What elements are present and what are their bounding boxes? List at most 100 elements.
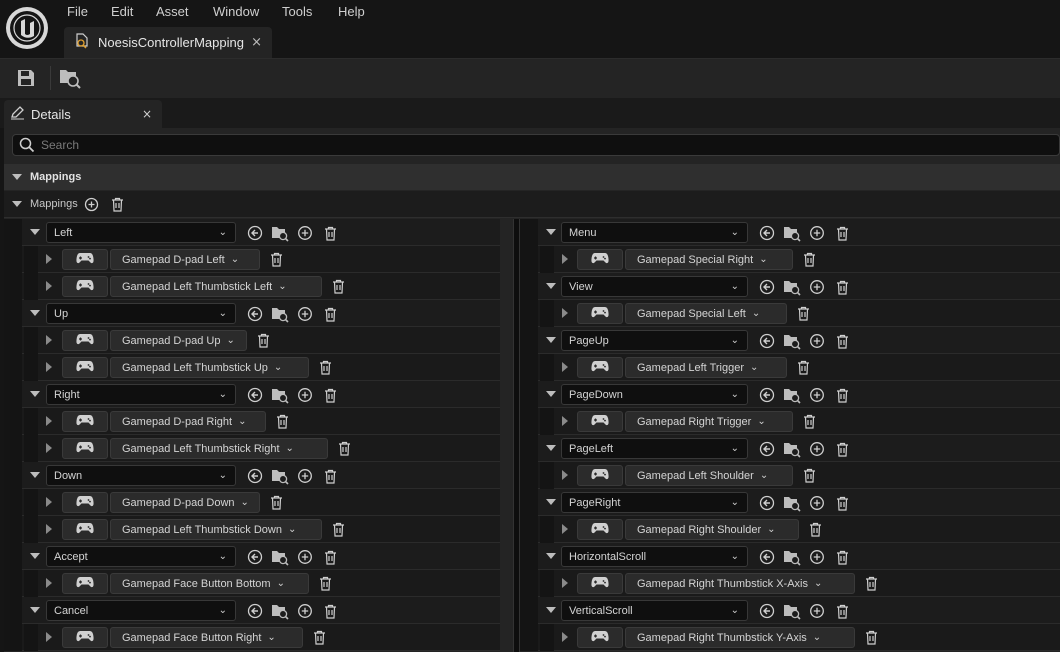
key-select[interactable]: Gamepad D-pad Right ⌄ bbox=[110, 411, 266, 432]
key-select[interactable]: Gamepad Left Thumbstick Left ⌄ bbox=[110, 276, 322, 297]
reset-to-default-icon[interactable] bbox=[246, 224, 264, 242]
action-select[interactable]: PageDown ⌄ bbox=[561, 384, 748, 405]
action-select[interactable]: PageUp ⌄ bbox=[561, 330, 748, 351]
menu-edit[interactable]: Edit bbox=[111, 4, 133, 20]
expand-arrow-icon[interactable] bbox=[46, 416, 52, 426]
gamepad-key-picker-button[interactable] bbox=[62, 249, 108, 270]
delete-icon[interactable] bbox=[795, 359, 811, 375]
delete-icon[interactable] bbox=[801, 413, 817, 429]
add-element-icon[interactable] bbox=[296, 602, 314, 620]
add-element-icon[interactable] bbox=[808, 440, 826, 458]
add-element-icon[interactable] bbox=[808, 332, 826, 350]
menu-help[interactable]: Help bbox=[338, 4, 365, 20]
browse-asset-icon[interactable] bbox=[271, 305, 289, 323]
delete-icon[interactable] bbox=[833, 386, 851, 404]
menu-file[interactable]: File bbox=[67, 4, 88, 20]
search-input[interactable] bbox=[41, 138, 941, 152]
expand-arrow-icon[interactable] bbox=[562, 362, 568, 372]
save-button[interactable] bbox=[11, 64, 41, 92]
add-element-icon[interactable] bbox=[296, 305, 314, 323]
key-select[interactable]: Gamepad Special Right ⌄ bbox=[625, 249, 793, 270]
gamepad-key-picker-button[interactable] bbox=[577, 303, 623, 324]
gamepad-key-picker-button[interactable] bbox=[577, 357, 623, 378]
browse-asset-icon[interactable] bbox=[271, 224, 289, 242]
add-element-icon[interactable] bbox=[84, 196, 100, 212]
gamepad-key-picker-button[interactable] bbox=[577, 411, 623, 432]
delete-icon[interactable] bbox=[863, 629, 879, 645]
action-select[interactable]: Left ⌄ bbox=[46, 222, 236, 243]
collapse-arrow-icon[interactable] bbox=[546, 283, 556, 289]
expand-arrow-icon[interactable] bbox=[46, 362, 52, 372]
collapse-arrow-icon[interactable] bbox=[30, 310, 40, 316]
expand-arrow-icon[interactable] bbox=[562, 416, 568, 426]
browse-asset-icon[interactable] bbox=[783, 278, 801, 296]
delete-icon[interactable] bbox=[801, 467, 817, 483]
tab-details[interactable]: Details × bbox=[4, 100, 162, 128]
gamepad-key-picker-button[interactable] bbox=[62, 438, 108, 459]
collapse-arrow-icon[interactable] bbox=[12, 201, 22, 207]
browse-asset-icon[interactable] bbox=[783, 440, 801, 458]
add-element-icon[interactable] bbox=[808, 548, 826, 566]
gamepad-key-picker-button[interactable] bbox=[577, 627, 623, 648]
add-element-icon[interactable] bbox=[808, 278, 826, 296]
browse-asset-icon[interactable] bbox=[783, 494, 801, 512]
reset-to-default-icon[interactable] bbox=[758, 602, 776, 620]
reset-to-default-icon[interactable] bbox=[246, 548, 264, 566]
gamepad-key-picker-button[interactable] bbox=[62, 627, 108, 648]
delete-icon[interactable] bbox=[321, 386, 339, 404]
reset-to-default-icon[interactable] bbox=[758, 494, 776, 512]
collapse-arrow-icon[interactable] bbox=[546, 607, 556, 613]
collapse-arrow-icon[interactable] bbox=[30, 229, 40, 235]
collapse-arrow-icon[interactable] bbox=[546, 337, 556, 343]
reset-to-default-icon[interactable] bbox=[758, 224, 776, 242]
key-select[interactable]: Gamepad Left Thumbstick Down ⌄ bbox=[110, 519, 322, 540]
delete-icon[interactable] bbox=[317, 575, 333, 591]
action-select[interactable]: HorizontalScroll ⌄ bbox=[561, 546, 748, 567]
delete-icon[interactable] bbox=[268, 251, 284, 267]
expand-arrow-icon[interactable] bbox=[46, 443, 52, 453]
delete-icon[interactable] bbox=[807, 521, 823, 537]
gamepad-key-picker-button[interactable] bbox=[577, 519, 623, 540]
delete-icon[interactable] bbox=[833, 278, 851, 296]
delete-icon[interactable] bbox=[321, 224, 339, 242]
browse-asset-icon[interactable] bbox=[271, 386, 289, 404]
browse-asset-icon[interactable] bbox=[783, 224, 801, 242]
action-select[interactable]: PageLeft ⌄ bbox=[561, 438, 748, 459]
delete-icon[interactable] bbox=[863, 575, 879, 591]
browse-asset-icon[interactable] bbox=[783, 332, 801, 350]
expand-arrow-icon[interactable] bbox=[46, 497, 52, 507]
expand-arrow-icon[interactable] bbox=[562, 524, 568, 534]
delete-icon[interactable] bbox=[255, 332, 271, 348]
browse-asset-icon[interactable] bbox=[271, 602, 289, 620]
expand-arrow-icon[interactable] bbox=[562, 578, 568, 588]
delete-icon[interactable] bbox=[274, 413, 290, 429]
add-element-icon[interactable] bbox=[296, 224, 314, 242]
action-select[interactable]: PageRight ⌄ bbox=[561, 492, 748, 513]
reset-to-default-icon[interactable] bbox=[246, 305, 264, 323]
action-select[interactable]: Up ⌄ bbox=[46, 303, 236, 324]
key-select[interactable]: Gamepad Face Button Right ⌄ bbox=[110, 627, 303, 648]
clear-array-icon[interactable] bbox=[110, 196, 126, 212]
gamepad-key-picker-button[interactable] bbox=[577, 573, 623, 594]
gamepad-key-picker-button[interactable] bbox=[62, 330, 108, 351]
reset-to-default-icon[interactable] bbox=[758, 440, 776, 458]
action-select[interactable]: View ⌄ bbox=[561, 276, 748, 297]
delete-icon[interactable] bbox=[321, 467, 339, 485]
delete-icon[interactable] bbox=[321, 602, 339, 620]
close-icon[interactable]: × bbox=[142, 107, 152, 121]
add-element-icon[interactable] bbox=[296, 467, 314, 485]
expand-arrow-icon[interactable] bbox=[562, 470, 568, 480]
reset-to-default-icon[interactable] bbox=[758, 386, 776, 404]
key-select[interactable]: Gamepad Left Trigger ⌄ bbox=[625, 357, 787, 378]
collapse-arrow-icon[interactable] bbox=[30, 391, 40, 397]
delete-icon[interactable] bbox=[317, 359, 333, 375]
gamepad-key-picker-button[interactable] bbox=[577, 465, 623, 486]
delete-icon[interactable] bbox=[833, 494, 851, 512]
expand-arrow-icon[interactable] bbox=[46, 335, 52, 345]
delete-icon[interactable] bbox=[833, 602, 851, 620]
browse-asset-icon[interactable] bbox=[783, 386, 801, 404]
browse-asset-icon[interactable] bbox=[271, 467, 289, 485]
key-select[interactable]: Gamepad Left Thumbstick Up ⌄ bbox=[110, 357, 309, 378]
action-select[interactable]: Down ⌄ bbox=[46, 465, 236, 486]
reset-to-default-icon[interactable] bbox=[758, 332, 776, 350]
